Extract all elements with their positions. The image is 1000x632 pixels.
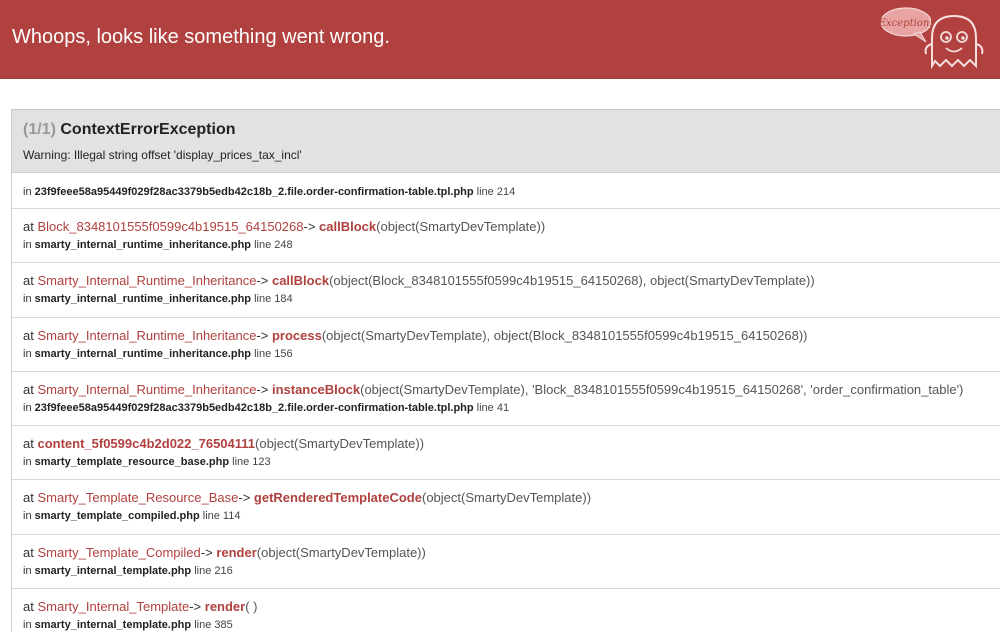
trace-file: smarty_template_compiled.php — [34, 510, 200, 523]
trace-item: at Block_8348101555f0599c4b19515_6415026… — [12, 209, 1000, 264]
trace-args: (object(Block_8348101555f0599c4b19515_64… — [329, 273, 815, 289]
trace-call: at Smarty_Internal_Template-> render( ) — [23, 599, 258, 615]
trace-function: render — [216, 544, 257, 560]
trace-call: at Smarty_Internal_Runtime_Inheritance->… — [23, 273, 815, 289]
exception-count: (1/1) — [23, 121, 56, 138]
exception-title: (1/1) ContextErrorException — [23, 110, 1000, 140]
trace-args: (object(SmartyDevTemplate)) — [421, 490, 592, 506]
exception-badge-text: Exception! — [880, 18, 933, 29]
trace-item: in 23f9feee58a95449f029f28ac3379b5edb42c… — [12, 173, 1000, 209]
trace-location: in smarty_internal_runtime_inheritance.p… — [23, 347, 293, 360]
trace-file: smarty_internal_template.php — [34, 564, 192, 577]
trace-args: (object(SmartyDevTemplate)) — [255, 436, 425, 452]
trace-call: at Smarty_Template_Compiled-> render(obj… — [23, 544, 426, 560]
trace-file: 23f9feee58a95449f029f28ac3379b5edb42c18b… — [34, 186, 474, 198]
trace-location: in smarty_template_resource_base.php lin… — [23, 456, 271, 469]
trace-line: line 156 — [254, 347, 293, 360]
trace-line: line 123 — [232, 456, 271, 469]
trace-call: at content_5f0599c4b2d022_76504111(objec… — [23, 436, 425, 452]
trace-file: smarty_internal_template.php — [34, 619, 192, 632]
trace-class: Smarty_Template_Compiled — [37, 544, 201, 560]
trace-args: (object(SmartyDevTemplate)) — [256, 544, 426, 560]
trace-class: Block_8348101555f0599c4b19515_64150268 — [37, 219, 304, 234]
trace-item: at Smarty_Template_Compiled-> render(obj… — [12, 535, 1000, 590]
trace-line: line 114 — [202, 510, 241, 523]
trace-line: line 216 — [194, 564, 233, 577]
trace-file: smarty_internal_runtime_inheritance.php — [34, 239, 252, 251]
trace-function: process — [271, 327, 322, 343]
exception-ghost-icon: Exception! — [880, 7, 984, 70]
trace-file: 23f9feee58a95449f029f28ac3379b5edb42c18b… — [34, 401, 474, 414]
trace-file: smarty_template_resource_base.php — [34, 456, 230, 469]
trace-args: (object(SmartyDevTemplate), 'Block_83481… — [360, 381, 964, 397]
exception-name: ContextErrorException — [60, 121, 236, 138]
trace-class: Smarty_Internal_Template — [37, 599, 190, 615]
trace-item: at Smarty_Internal_Runtime_Inheritance->… — [12, 318, 1000, 372]
trace-function: instanceBlock — [271, 381, 361, 397]
trace-line: line 385 — [194, 619, 233, 632]
trace-file: smarty_internal_runtime_inheritance.php — [34, 347, 252, 360]
trace-location: in smarty_internal_runtime_inheritance.p… — [23, 239, 293, 251]
trace-function: callBlock — [271, 273, 330, 289]
exception-panel: (1/1) ContextErrorException Warning: Ill… — [11, 109, 1000, 632]
error-header: Whoops, looks like something went wrong.… — [0, 0, 1000, 79]
exception-message: Warning: Illegal string offset 'display_… — [23, 148, 302, 162]
trace-class: Smarty_Internal_Runtime_Inheritance — [37, 381, 257, 397]
trace-args: ( ) — [245, 599, 258, 615]
trace-item: at Smarty_Template_Resource_Base-> getRe… — [12, 480, 1000, 535]
trace-location: in smarty_internal_template.php line 216 — [23, 564, 233, 577]
trace-location: in smarty_internal_runtime_inheritance.p… — [23, 293, 293, 306]
page-title: Whoops, looks like something went wrong. — [12, 26, 390, 48]
trace-class: Smarty_Internal_Runtime_Inheritance — [37, 327, 257, 343]
trace-call: at Block_8348101555f0599c4b19515_6415026… — [23, 219, 546, 234]
trace-item: at Smarty_Internal_Runtime_Inheritance->… — [12, 263, 1000, 318]
trace-location: in 23f9feee58a95449f029f28ac3379b5edb42c… — [23, 186, 516, 198]
trace-line: line 248 — [254, 239, 293, 251]
trace-args: (object(SmartyDevTemplate), object(Block… — [321, 327, 808, 343]
trace-line: line 184 — [254, 293, 293, 306]
trace-function: getRenderedTemplateCode — [253, 490, 422, 506]
trace-function: render — [204, 599, 246, 615]
trace-location: in 23f9feee58a95449f029f28ac3379b5edb42c… — [23, 401, 510, 414]
trace-location: in smarty_internal_template.php line 385 — [23, 619, 233, 632]
trace-call: at Smarty_Internal_Runtime_Inheritance->… — [23, 327, 808, 343]
trace-line: line 214 — [476, 186, 516, 198]
trace-function: callBlock — [319, 219, 377, 234]
exception-header: (1/1) ContextErrorException Warning: Ill… — [12, 110, 1000, 173]
trace-file: smarty_internal_runtime_inheritance.php — [34, 293, 252, 306]
trace-call: at Smarty_Internal_Runtime_Inheritance->… — [23, 381, 964, 397]
trace-location: in smarty_template_compiled.php line 114 — [23, 510, 241, 523]
trace-item: at Smarty_Internal_Template-> render( ) … — [12, 589, 1000, 632]
trace-function: content_5f0599c4b2d022_76504111 — [37, 436, 256, 452]
trace-call: at Smarty_Template_Resource_Base-> getRe… — [23, 490, 592, 506]
trace-item: at Smarty_Internal_Runtime_Inheritance->… — [12, 372, 1000, 427]
trace-class: Smarty_Internal_Runtime_Inheritance — [37, 273, 257, 289]
trace-item: at content_5f0599c4b2d022_76504111(objec… — [12, 426, 1000, 481]
trace-line: line 41 — [476, 401, 510, 414]
trace-args: (object(SmartyDevTemplate)) — [376, 219, 546, 234]
trace-class: Smarty_Template_Resource_Base — [37, 490, 239, 506]
